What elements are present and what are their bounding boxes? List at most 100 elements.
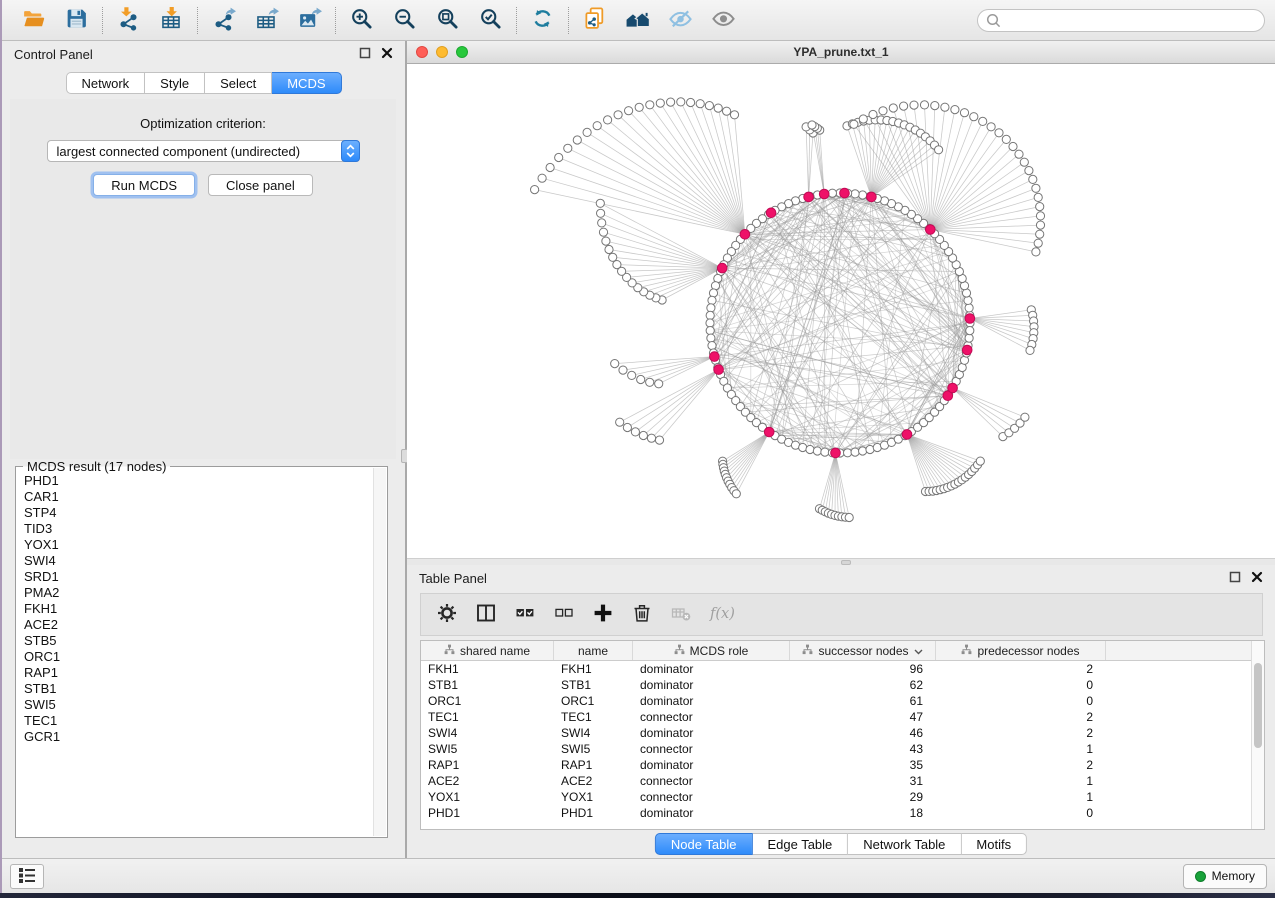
cell-mcds-role[interactable]: dominator: [633, 806, 790, 820]
column-header-mcds-role[interactable]: MCDS role: [633, 641, 790, 660]
cell-predecessor-nodes[interactable]: 1: [936, 790, 1106, 804]
cell-successor-nodes[interactable]: 35: [790, 758, 936, 772]
search-input[interactable]: [977, 9, 1265, 32]
cell-predecessor-nodes[interactable]: 2: [936, 662, 1106, 676]
mcds-result-item[interactable]: ACE2: [24, 617, 372, 633]
tab-mcds[interactable]: MCDS: [272, 72, 341, 94]
show-panels-button[interactable]: [10, 864, 44, 889]
cell-shared-name[interactable]: RAP1: [421, 758, 554, 772]
cell-successor-nodes[interactable]: 46: [790, 726, 936, 740]
table-row[interactable]: YOX1YOX1connector291: [421, 789, 1264, 805]
cell-mcds-role[interactable]: dominator: [633, 758, 790, 772]
float-panel-icon[interactable]: [359, 47, 371, 62]
cell-mcds-role[interactable]: connector: [633, 742, 790, 756]
tab-select[interactable]: Select: [205, 72, 272, 94]
deselect-all-rows-button[interactable]: [553, 602, 575, 627]
copy-network-button[interactable]: [573, 3, 616, 37]
table-row[interactable]: STB1STB1dominator620: [421, 677, 1264, 693]
cell-shared-name[interactable]: SWI5: [421, 742, 554, 756]
cell-name[interactable]: RAP1: [554, 758, 633, 772]
mcds-result-item[interactable]: RAP1: [24, 665, 372, 681]
tab-network[interactable]: Network: [65, 72, 145, 94]
cell-successor-nodes[interactable]: 47: [790, 710, 936, 724]
network-graph-canvas[interactable]: [407, 65, 1275, 558]
cell-name[interactable]: YOX1: [554, 790, 633, 804]
table-row[interactable]: ORC1ORC1dominator610: [421, 693, 1264, 709]
cell-successor-nodes[interactable]: 61: [790, 694, 936, 708]
mcds-result-item[interactable]: TID3: [24, 521, 372, 537]
cell-predecessor-nodes[interactable]: 0: [936, 694, 1106, 708]
zoom-out-button[interactable]: [383, 3, 426, 37]
cell-mcds-role[interactable]: connector: [633, 774, 790, 788]
import-network-button[interactable]: [107, 3, 150, 37]
cell-mcds-role[interactable]: connector: [633, 790, 790, 804]
cell-shared-name[interactable]: STB1: [421, 678, 554, 692]
mcds-result-item[interactable]: SWI5: [24, 697, 372, 713]
cell-predecessor-nodes[interactable]: 2: [936, 758, 1106, 772]
tab-network-table[interactable]: Network Table: [848, 833, 961, 855]
table-row[interactable]: ACE2ACE2connector311: [421, 773, 1264, 789]
cell-name[interactable]: SWI5: [554, 742, 633, 756]
mcds-result-item[interactable]: STB5: [24, 633, 372, 649]
float-table-panel-icon[interactable]: [1229, 571, 1241, 586]
table-row[interactable]: SWI4SWI4dominator462: [421, 725, 1264, 741]
cell-successor-nodes[interactable]: 29: [790, 790, 936, 804]
mcds-result-item[interactable]: YOX1: [24, 537, 372, 553]
show-graphics-details-button[interactable]: [702, 3, 745, 37]
add-column-button[interactable]: [592, 602, 614, 627]
refresh-network-button[interactable]: [521, 3, 564, 37]
column-header-successor-nodes[interactable]: successor nodes: [790, 641, 936, 660]
cell-shared-name[interactable]: PHD1: [421, 806, 554, 820]
cell-name[interactable]: ORC1: [554, 694, 633, 708]
mcds-result-item[interactable]: STB1: [24, 681, 372, 697]
export-image-button[interactable]: [288, 3, 331, 37]
maximize-window-icon[interactable]: [456, 46, 468, 58]
cell-name[interactable]: SWI4: [554, 726, 633, 740]
hide-graphics-details-button[interactable]: [659, 3, 702, 37]
mcds-result-item[interactable]: TEC1: [24, 713, 372, 729]
table-row[interactable]: SWI5SWI5connector431: [421, 741, 1264, 757]
mcds-result-item[interactable]: FKH1: [24, 601, 372, 617]
run-mcds-button[interactable]: Run MCDS: [93, 174, 195, 196]
table-scrollbar[interactable]: [1251, 641, 1264, 829]
mcds-result-item[interactable]: SRD1: [24, 569, 372, 585]
close-panel-button[interactable]: Close panel: [208, 174, 313, 196]
export-network-button[interactable]: [202, 3, 245, 37]
zoom-in-button[interactable]: [340, 3, 383, 37]
tab-edge-table[interactable]: Edge Table: [752, 833, 848, 855]
cell-name[interactable]: FKH1: [554, 662, 633, 676]
mcds-result-item[interactable]: STP4: [24, 505, 372, 521]
close-table-panel-icon[interactable]: [1251, 571, 1263, 586]
tab-motifs[interactable]: Motifs: [961, 833, 1027, 855]
cell-mcds-role[interactable]: dominator: [633, 678, 790, 692]
criterion-dropdown[interactable]: largest connected component (undirected): [47, 140, 360, 162]
close-window-icon[interactable]: [416, 46, 428, 58]
cell-mcds-role[interactable]: dominator: [633, 662, 790, 676]
cell-shared-name[interactable]: ORC1: [421, 694, 554, 708]
cell-mcds-role[interactable]: connector: [633, 710, 790, 724]
cell-shared-name[interactable]: TEC1: [421, 710, 554, 724]
cell-mcds-role[interactable]: dominator: [633, 726, 790, 740]
cell-successor-nodes[interactable]: 31: [790, 774, 936, 788]
cell-predecessor-nodes[interactable]: 2: [936, 726, 1106, 740]
export-table-button[interactable]: [245, 3, 288, 37]
cell-successor-nodes[interactable]: 43: [790, 742, 936, 756]
column-settings-button[interactable]: [436, 602, 458, 627]
cell-shared-name[interactable]: FKH1: [421, 662, 554, 676]
zoom-fit-button[interactable]: [426, 3, 469, 37]
tab-node-table[interactable]: Node Table: [655, 833, 753, 855]
cell-name[interactable]: ACE2: [554, 774, 633, 788]
table-scrollbar-thumb[interactable]: [1254, 663, 1262, 748]
cell-name[interactable]: TEC1: [554, 710, 633, 724]
memory-button[interactable]: Memory: [1183, 864, 1267, 889]
import-table-button[interactable]: [150, 3, 193, 37]
save-session-button[interactable]: [55, 3, 98, 37]
cell-successor-nodes[interactable]: 62: [790, 678, 936, 692]
mcds-result-item[interactable]: SWI4: [24, 553, 372, 569]
table-row[interactable]: RAP1RAP1dominator352: [421, 757, 1264, 773]
tab-style[interactable]: Style: [145, 72, 205, 94]
mcds-result-item[interactable]: ORC1: [24, 649, 372, 665]
select-all-rows-button[interactable]: [514, 602, 536, 627]
result-scrollbar[interactable]: [373, 468, 386, 836]
minimize-window-icon[interactable]: [436, 46, 448, 58]
